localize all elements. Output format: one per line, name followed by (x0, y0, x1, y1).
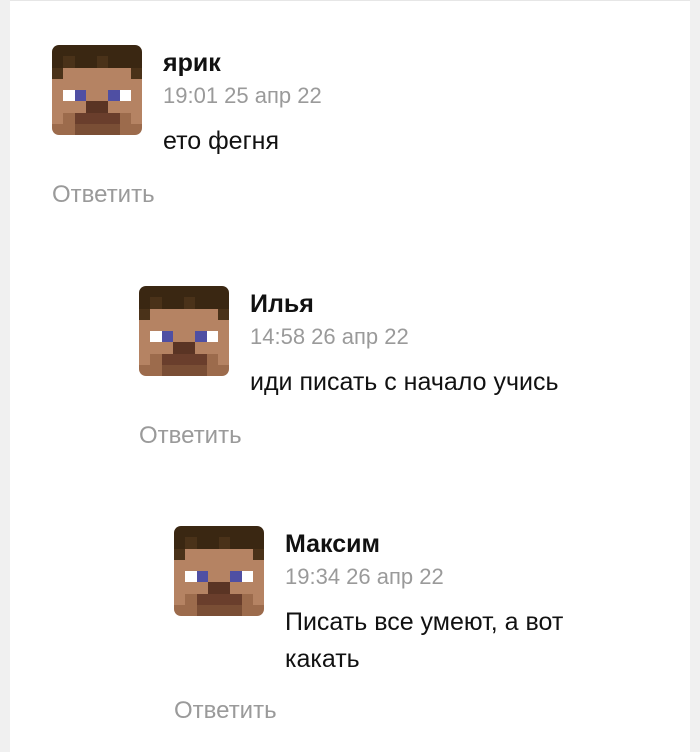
reply-button[interactable]: Ответить (52, 181, 155, 209)
comment-item: Илья 14:58 26 апр 22 иди писать с начало… (139, 286, 679, 456)
comment-item: Максим 19:34 26 апр 22 Писать все умеют,… (174, 526, 674, 736)
comments-card: ярик 19:01 25 апр 22 ето фегня Ответить … (10, 0, 690, 752)
avatar[interactable] (139, 286, 229, 376)
comment-author[interactable]: Илья (250, 290, 314, 319)
comment-item: ярик 19:01 25 апр 22 ето фегня Ответить (52, 45, 672, 215)
avatar[interactable] (52, 45, 142, 135)
reply-button[interactable]: Ответить (174, 697, 277, 725)
reply-button[interactable]: Ответить (139, 422, 242, 450)
comment-timestamp: 19:34 26 апр 22 (285, 564, 444, 589)
comment-text: Писать все умеют, а вот какать (285, 608, 564, 673)
comment-author[interactable]: Максим (285, 530, 380, 559)
comment-timestamp: 19:01 25 апр 22 (163, 83, 322, 108)
comment-text: ето фегня (163, 127, 280, 155)
avatar[interactable] (174, 526, 264, 616)
comment-author[interactable]: ярик (163, 49, 221, 78)
comment-text: иди писать с начало учись (250, 368, 559, 396)
comment-timestamp: 14:58 26 апр 22 (250, 324, 409, 349)
